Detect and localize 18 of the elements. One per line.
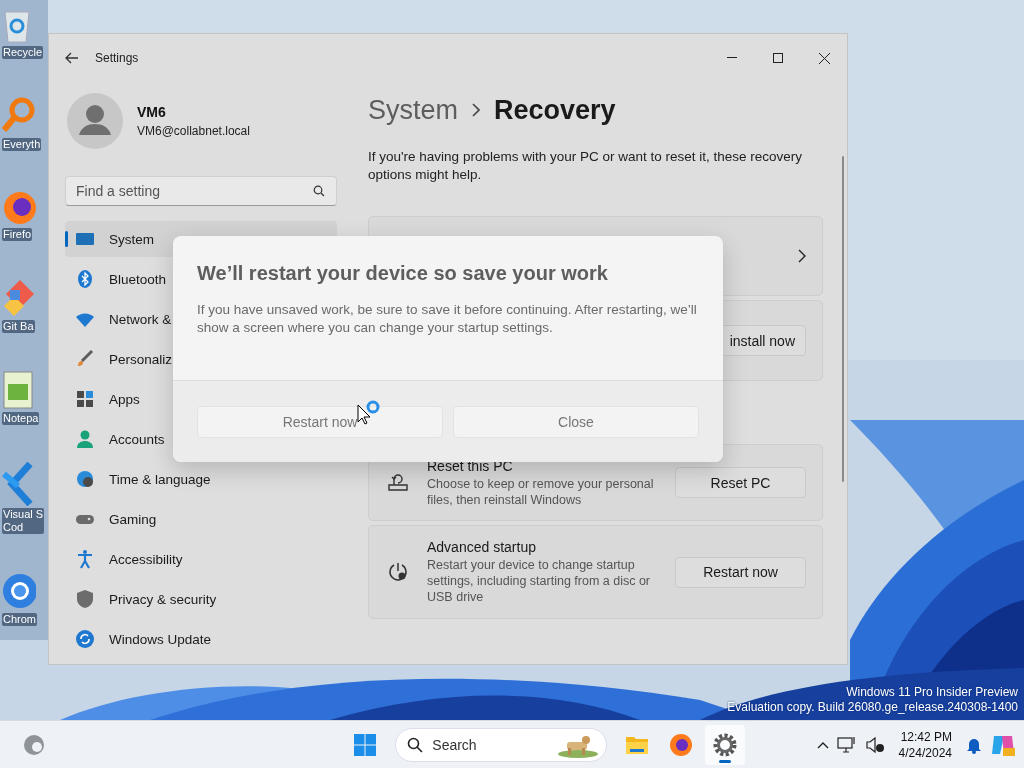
- desktop-icon-label: Recycle: [2, 46, 44, 59]
- desktop-icon-label: Chrom: [2, 613, 37, 626]
- window-title: Settings: [95, 51, 139, 65]
- account-email: VM6@collabnet.local: [137, 124, 250, 138]
- card-description: Choose to keep or remove your personal files, then reinstall Windows: [427, 475, 655, 508]
- card-title: Advanced startup: [427, 539, 537, 555]
- page-title: Recovery: [494, 94, 616, 126]
- dialog-title: We’ll restart your device so save your work: [197, 262, 609, 285]
- watermark-text: Windows 11 Pro Insider Preview: [846, 685, 1018, 700]
- account-name: VM6: [137, 104, 167, 120]
- desktop-icon-label: Git Ba: [2, 320, 35, 333]
- card-description: Restart your device to change startup settings, including starting from a disc or USB drive: [427, 557, 652, 605]
- watermark-text: Evaluation copy. Build 26080.ge_release.240308-1400: [727, 700, 1018, 715]
- desktop-icon-label: Visual S Cod: [2, 508, 45, 534]
- intro-text: If you're having problems with your PC or want to reset it, these recovery options might help.: [368, 148, 804, 184]
- desktop-icon-label: Firefo: [2, 228, 33, 241]
- desktop-icon-label: Everyth: [2, 138, 42, 151]
- desktop-icon-label: Notepa: [2, 412, 40, 425]
